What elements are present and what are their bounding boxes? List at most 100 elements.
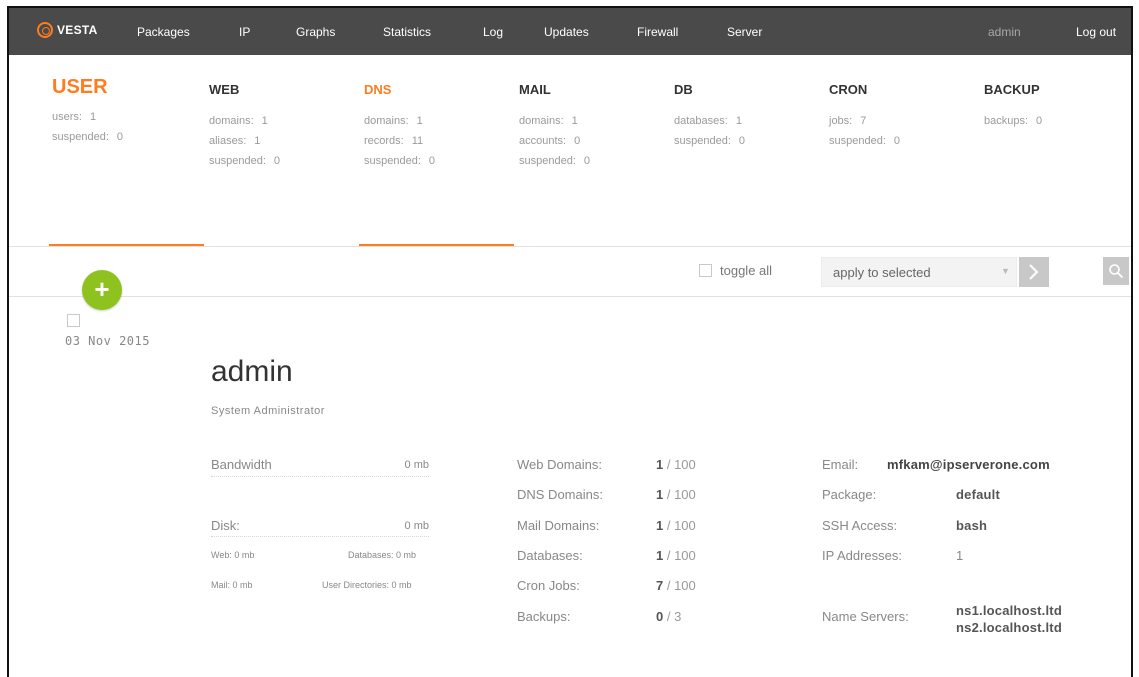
disk-label: Disk:	[211, 518, 240, 533]
app-frame: VESTA Packages IP Graphs Statistics Log …	[7, 6, 1133, 677]
stat-mail-title: MAIL	[519, 82, 551, 97]
metric-label-cron-jobs: Cron Jobs:	[517, 578, 580, 593]
nameservers-label: Name Servers:	[822, 609, 909, 624]
stat-value: 0	[574, 135, 581, 147]
apply-select-value: apply to selected	[833, 265, 931, 280]
disk-mail: Mail: 0 mb	[211, 580, 253, 590]
stats-divider	[9, 246, 1131, 247]
stat-label: accounts:	[519, 135, 567, 147]
nav-statistics[interactable]: Statistics	[383, 25, 431, 39]
stat-db-title: DB	[674, 82, 693, 97]
ssh-value: bash	[956, 518, 988, 533]
email-value: mfkam@ipserverone.com	[887, 457, 1050, 472]
chevron-down-icon: ▼	[1001, 266, 1010, 276]
stat-value: 0	[116, 131, 124, 143]
stat-user[interactable]: USER users: 1 suspended: 0	[52, 76, 124, 147]
ssh-label: SSH Access:	[822, 518, 898, 533]
metric-value-mail-domains: 1 / 100	[656, 518, 696, 533]
stat-dns[interactable]: DNS domains: 1 records: 11 suspended: 0	[364, 82, 435, 171]
nav-firewall[interactable]: Firewall	[637, 25, 678, 39]
stat-label: records:	[364, 135, 404, 147]
stat-cron[interactable]: CRON jobs: 7 suspended: 0	[829, 82, 900, 151]
user-name[interactable]: admin	[211, 355, 293, 389]
toggle-all-checkbox[interactable]	[699, 264, 712, 277]
nav-logout[interactable]: Log out	[1076, 25, 1116, 39]
stat-db[interactable]: DB databases: 1 suspended: 0	[674, 82, 745, 151]
metric-value-cron-jobs: 7 / 100	[656, 578, 696, 593]
toggle-all-label[interactable]: toggle all	[720, 263, 772, 278]
stat-backup[interactable]: BACKUP backups: 0	[984, 82, 1042, 131]
stat-value: 0	[1036, 115, 1043, 127]
ip-value: 1	[956, 548, 964, 563]
stat-label: suspended:	[674, 135, 731, 147]
disk-value: 0 mb	[404, 520, 429, 532]
stat-web[interactable]: WEB domains: 1 aliases: 1 suspended: 0	[209, 82, 280, 171]
stat-value: 0	[273, 155, 281, 167]
email-label: Email:	[822, 457, 859, 472]
bandwidth-value: 0 mb	[404, 459, 429, 471]
chevron-right-icon	[1029, 264, 1039, 280]
metric-label-mail-domains: Mail Domains:	[517, 518, 600, 533]
nav-graphs[interactable]: Graphs	[296, 25, 335, 39]
stat-user-title: USER	[52, 76, 108, 98]
nav-packages[interactable]: Packages	[137, 25, 190, 39]
metric-label-web-domains: Web Domains:	[517, 457, 603, 472]
stat-label: suspended:	[52, 131, 109, 143]
bandwidth-bar	[211, 476, 429, 477]
apply-to-selected-select[interactable]: apply to selected ▼	[821, 257, 1017, 287]
add-user-button[interactable]: +	[82, 270, 122, 310]
disk-user-dirs: User Directories: 0 mb	[322, 580, 412, 590]
stat-backup-title: BACKUP	[984, 82, 1040, 97]
stat-label: domains:	[364, 115, 409, 127]
search-button[interactable]	[1103, 257, 1129, 285]
metric-label-backups: Backups:	[517, 609, 571, 624]
nav-updates[interactable]: Updates	[544, 25, 589, 39]
nav-server[interactable]: Server	[727, 25, 762, 39]
stat-dns-title: DNS	[364, 82, 392, 97]
nameserver-1: ns1.localhost.ltd	[956, 603, 1062, 618]
stat-value: 0	[428, 155, 436, 167]
disk-bar	[211, 536, 429, 537]
disk-databases: Databases: 0 mb	[348, 550, 417, 560]
stat-value: 1	[89, 111, 97, 123]
disk-web: Web: 0 mb	[211, 550, 255, 560]
ip-label: IP Addresses:	[822, 548, 902, 563]
user-row-checkbox[interactable]	[67, 314, 80, 327]
stat-value: 1	[254, 135, 261, 147]
stat-mail[interactable]: MAIL domains: 1 accounts: 0 suspended: 0	[519, 82, 590, 171]
stat-cron-title: CRON	[829, 82, 868, 97]
stat-value: 1	[571, 115, 578, 127]
stat-label: backups:	[984, 115, 1029, 127]
stat-label: databases:	[674, 115, 728, 127]
stat-value: 1	[261, 115, 268, 127]
search-icon	[1109, 264, 1124, 279]
package-label: Package:	[822, 487, 877, 502]
logo-text: VESTA	[57, 23, 98, 37]
stat-value: 0	[893, 135, 901, 147]
stat-label: suspended:	[829, 135, 886, 147]
stat-label: aliases:	[209, 135, 247, 147]
stat-value: 1	[416, 115, 423, 127]
apply-go-button[interactable]	[1019, 257, 1049, 287]
nav-user-admin[interactable]: admin	[988, 25, 1021, 39]
vesta-logo[interactable]: VESTA	[37, 22, 98, 38]
bandwidth-label: Bandwidth	[211, 457, 272, 472]
user-role: System Administrator	[211, 405, 325, 417]
top-nav: VESTA Packages IP Graphs Statistics Log …	[9, 8, 1131, 55]
stat-label: suspended:	[209, 155, 266, 167]
metric-label-databases: Databases:	[517, 548, 583, 563]
stat-value: 1	[735, 115, 742, 127]
package-value: default	[956, 487, 1001, 502]
nav-ip[interactable]: IP	[239, 25, 250, 39]
nameserver-2: ns2.localhost.ltd	[956, 620, 1062, 635]
stat-value: 11	[411, 135, 424, 147]
stat-label: jobs:	[829, 115, 853, 127]
nav-log[interactable]: Log	[483, 25, 503, 39]
metric-value-dns-domains: 1 / 100	[656, 487, 696, 502]
stat-value: 0	[583, 155, 591, 167]
stat-label: suspended:	[364, 155, 421, 167]
user-created-date: 03 Nov 2015	[65, 334, 150, 348]
stat-value: 7	[860, 115, 867, 127]
logo-ring-icon	[37, 22, 53, 38]
metric-value-databases: 1 / 100	[656, 548, 696, 563]
